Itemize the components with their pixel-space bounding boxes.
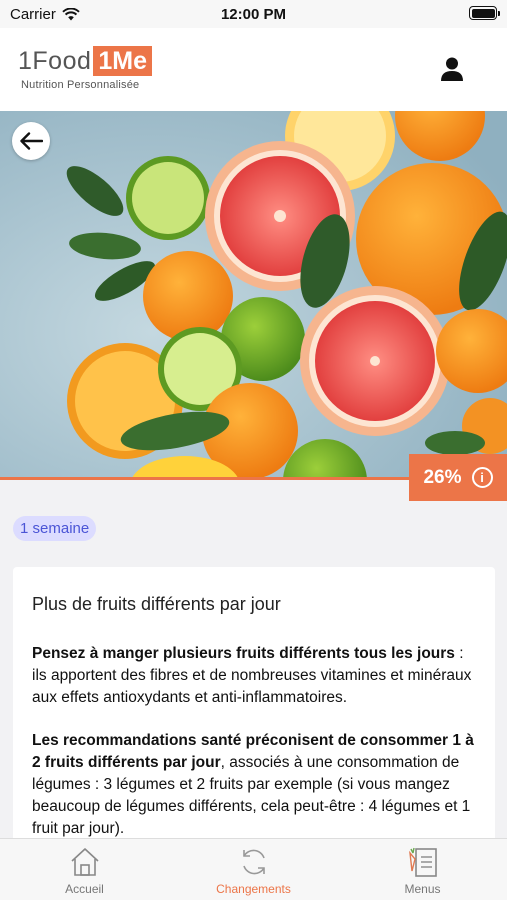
- tab-accueil-label: Accueil: [65, 882, 104, 896]
- card-paragraph-1-bold: Pensez à manger plusieurs fruits différe…: [32, 645, 455, 662]
- logo-text-me: 1Me: [93, 46, 153, 76]
- app-header: 1Food 1Me Nutrition Personnalisée: [0, 28, 507, 111]
- card-paragraph-2: Les recommandations santé préconisent de…: [32, 730, 476, 840]
- advice-card: Plus de fruits différents par jour Pense…: [13, 567, 495, 857]
- card-paragraph-1: Pensez à manger plusieurs fruits différe…: [32, 643, 476, 709]
- back-button[interactable]: [12, 122, 50, 160]
- citrus-fruits-illustration: [0, 111, 507, 479]
- app-logo: 1Food 1Me Nutrition Personnalisée: [18, 46, 153, 91]
- wifi-icon: [62, 7, 80, 20]
- logo-tagline: Nutrition Personnalisée: [21, 79, 140, 91]
- tab-accueil[interactable]: Accueil: [0, 839, 169, 900]
- battery-icon: [469, 6, 500, 20]
- user-profile-icon[interactable]: [439, 56, 465, 82]
- refresh-icon: [242, 849, 265, 875]
- tab-menus-label: Menus: [404, 882, 441, 896]
- menu-list-icon: [408, 847, 437, 877]
- tab-changements-label: Changements: [216, 882, 291, 896]
- logo-text-food: 1Food: [18, 47, 92, 75]
- status-bar: Carrier 12:00 PM: [0, 0, 507, 28]
- tab-bar: Accueil Changements Menus: [0, 838, 507, 900]
- arrow-left-icon: [20, 132, 43, 150]
- info-icon[interactable]: i: [471, 467, 493, 488]
- carrier-group: Carrier: [10, 6, 80, 23]
- tab-changements[interactable]: Changements: [169, 839, 338, 900]
- duration-badge: 1 semaine: [13, 516, 97, 541]
- tab-menus[interactable]: Menus: [338, 839, 507, 900]
- progress-badge[interactable]: 26% i: [409, 454, 507, 501]
- progress-value: 26%: [423, 466, 462, 488]
- home-icon: [70, 848, 99, 876]
- carrier-label: Carrier: [10, 5, 56, 23]
- hero-image: [0, 111, 507, 479]
- card-title: Plus de fruits différents par jour: [32, 594, 281, 614]
